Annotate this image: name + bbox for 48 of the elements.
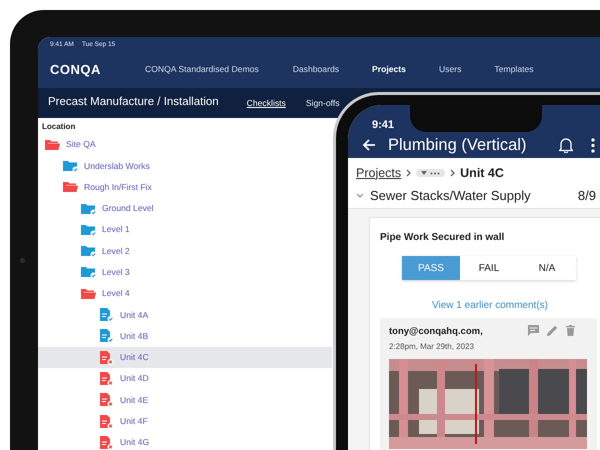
tree-item[interactable]: Ground Level <box>38 198 332 220</box>
more-icon <box>430 172 440 174</box>
breadcrumb-current: Unit 4C <box>460 164 504 182</box>
collapsed-breadcrumb-button[interactable] <box>416 169 446 177</box>
tree-item[interactable]: Site QA <box>38 134 332 156</box>
option-button[interactable]: PASS <box>402 256 460 280</box>
tree-item[interactable]: Unit 4E <box>38 390 332 411</box>
tree-item[interactable]: Unit 4G <box>38 432 332 450</box>
bell-icon[interactable] <box>559 137 574 153</box>
back-arrow-icon[interactable] <box>362 138 376 152</box>
tree-item[interactable]: Level 1 <box>38 219 332 240</box>
project-selector[interactable]: CONQA Standardised Demos <box>145 63 259 76</box>
tree-item[interactable]: Level 4 <box>38 283 332 304</box>
comment-timestamp: 2:28pm, Mar 29th, 2023 <box>389 341 475 354</box>
tree-item[interactable]: Unit 4F <box>38 410 332 432</box>
tab[interactable]: Checklists <box>246 96 286 110</box>
tree-item[interactable]: Unit 4D <box>38 368 332 390</box>
logo: CONQA <box>50 60 102 79</box>
more-icon[interactable] <box>591 138 596 152</box>
nav-link[interactable]: Projects <box>372 63 406 76</box>
breadcrumb-link[interactable]: Projects <box>356 164 402 182</box>
chevron-right-icon <box>450 169 456 177</box>
project-title: Precast Manufacture / Installation <box>48 95 219 110</box>
tree-heading: Location <box>41 121 76 133</box>
tree-item[interactable]: Unit 4B <box>38 326 332 347</box>
tree-item[interactable]: Underslab Works <box>38 155 332 177</box>
section-count: 8/9 <box>578 187 596 206</box>
status-time: 9:41 <box>372 118 394 132</box>
tree-item[interactable]: Unit 4A <box>38 304 332 326</box>
tree-item[interactable]: Rough In/First Fix <box>38 176 332 198</box>
comment-author: tony@conqahq.com, <box>389 325 483 339</box>
caret-icon <box>421 171 428 175</box>
screen-title: Plumbing (Vertical) <box>388 135 526 155</box>
tree-item[interactable]: Level 3 <box>38 262 332 284</box>
nav-link[interactable]: Users <box>438 63 462 76</box>
nav-link[interactable]: Templates <box>494 63 534 76</box>
chevron-right-icon <box>406 169 412 177</box>
earlier-comments-link[interactable]: View 1 earlier comment(s) <box>390 298 590 313</box>
tree-item[interactable]: Level 2 <box>38 240 332 262</box>
nav-link[interactable]: Dashboards <box>292 63 340 76</box>
option-button[interactable]: N/A <box>518 256 576 280</box>
option-button[interactable]: FAIL <box>460 256 518 280</box>
tab[interactable]: Sign-offs <box>306 96 340 110</box>
question-text: Pipe Work Secured in wall <box>380 231 506 245</box>
chevron-icon[interactable] <box>356 193 364 199</box>
tree-item[interactable]: Unit 4C <box>38 346 332 368</box>
camera-icon <box>20 258 25 263</box>
section-title[interactable]: Sewer Stacks/Water Supply <box>370 186 531 206</box>
